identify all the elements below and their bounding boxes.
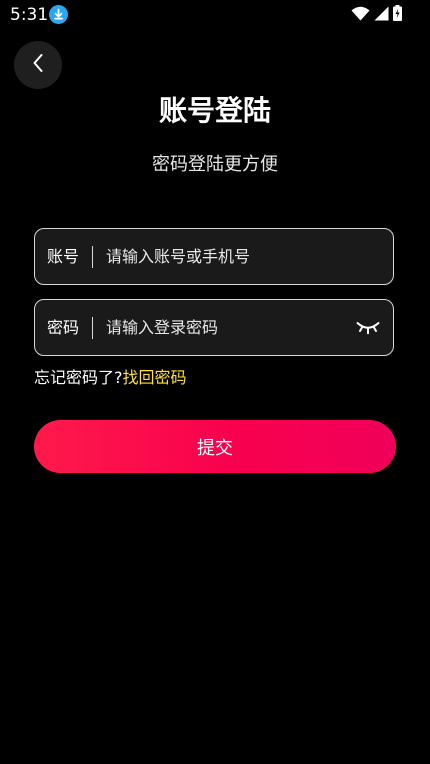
field-divider	[92, 317, 93, 339]
wifi-icon	[351, 6, 370, 25]
battery-icon	[393, 5, 402, 25]
account-label: 账号	[47, 247, 80, 266]
back-button[interactable]	[14, 41, 62, 89]
recover-password-link[interactable]: 找回密码	[123, 368, 187, 387]
status-time: 5:31	[10, 5, 49, 25]
chevron-left-icon	[31, 52, 45, 78]
status-icons	[351, 5, 402, 25]
password-input[interactable]	[106, 300, 351, 355]
account-input[interactable]	[106, 229, 351, 284]
field-divider	[92, 246, 93, 268]
status-bar: 5:31	[0, 0, 430, 30]
password-field[interactable]: 密码	[34, 299, 394, 356]
account-field[interactable]: 账号	[34, 228, 394, 285]
submit-button[interactable]: 提交	[34, 420, 396, 473]
page-subtitle: 密码登陆更方便	[152, 154, 278, 175]
forgot-password-row: 忘记密码了?找回密码	[34, 366, 187, 390]
password-label: 密码	[47, 318, 80, 337]
eye-closed-icon[interactable]	[355, 317, 381, 339]
forgot-password-text: 忘记密码了?	[34, 368, 123, 387]
download-icon	[49, 5, 68, 24]
signal-icon	[374, 6, 389, 25]
page-title: 账号登陆	[158, 94, 271, 127]
